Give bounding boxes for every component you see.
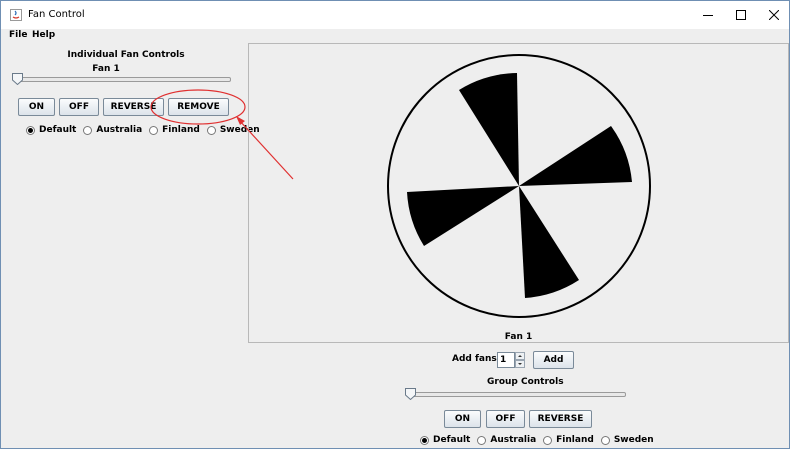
annotation-ellipse [150,89,246,125]
annotation-overlay [150,89,294,180]
annotation-arrow-head [236,116,245,125]
annotation-arrow-line [238,119,294,180]
